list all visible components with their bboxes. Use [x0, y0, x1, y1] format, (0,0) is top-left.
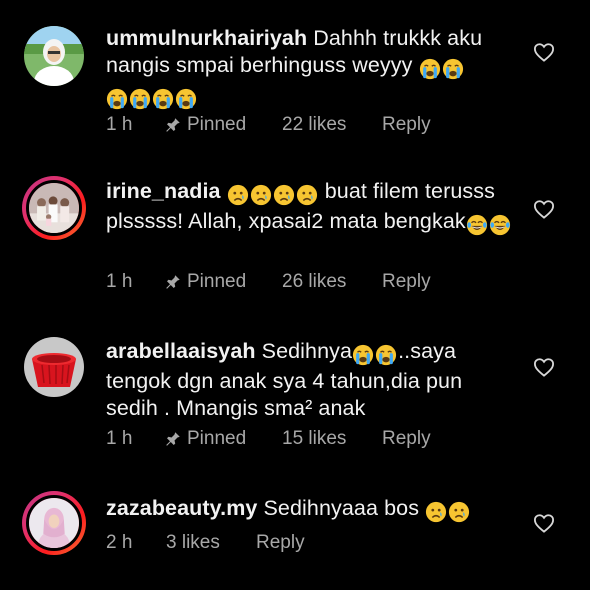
heart-outline-icon[interactable]	[533, 513, 555, 533]
loudly-crying-face-icon	[352, 344, 374, 366]
tears-of-joy-face-icon	[489, 214, 511, 236]
loudly-crying-face-icon	[106, 88, 128, 110]
likes-count[interactable]: 26 likes	[282, 271, 382, 293]
avatar[interactable]	[22, 491, 86, 555]
comment-text: irine_nadia buat filem terusss plsssss! …	[106, 178, 514, 238]
comment-username[interactable]: ummulnurkhairiyah	[106, 26, 307, 50]
avatar[interactable]	[22, 24, 86, 88]
likes-count[interactable]: 15 likes	[282, 428, 382, 450]
comment-username[interactable]: zazabeauty.my	[106, 496, 257, 520]
avatar[interactable]	[22, 176, 86, 240]
pinned-indicator: Pinned	[164, 114, 282, 136]
pinned-indicator: Pinned	[164, 428, 282, 450]
crying-face-icon	[250, 184, 272, 206]
loudly-crying-face-icon	[375, 344, 397, 366]
comment-text: ummulnurkhairiyah Dahhh trukkk aku nangis…	[106, 25, 514, 112]
emoji-group	[352, 341, 398, 368]
reply-button[interactable]: Reply	[382, 271, 431, 293]
pinned-label: Pinned	[187, 428, 247, 449]
comment-meta: 1 h Pinned 15 likes Reply	[106, 428, 431, 450]
comment-text: arabellaaisyah Sedihnya ..saya tengok dgn …	[106, 338, 514, 422]
loudly-crying-face-icon	[175, 88, 197, 110]
likes-count[interactable]: 22 likes	[282, 114, 382, 136]
pin-icon	[164, 116, 182, 134]
comment-time: 1 h	[106, 271, 133, 292]
comment-meta: 1 h Pinned 26 likes Reply	[106, 271, 431, 293]
pin-icon	[164, 273, 182, 291]
loudly-crying-face-icon	[419, 58, 441, 80]
comment-username[interactable]: arabellaaisyah	[106, 339, 256, 363]
reply-button[interactable]: Reply	[382, 114, 431, 136]
comment-meta: 2 h 3 likes Reply	[106, 532, 305, 554]
comment-body: Sedihnyaaa bos	[263, 496, 420, 520]
pin-icon	[164, 430, 182, 448]
likes-count[interactable]: 3 likes	[166, 532, 256, 554]
avatar[interactable]	[22, 335, 86, 399]
pinned-indicator: Pinned	[164, 271, 282, 293]
crying-face-icon	[425, 501, 447, 523]
comment-time: 1 h	[106, 428, 133, 449]
comment-time: 2 h	[106, 532, 133, 553]
comment-time: 1 h	[106, 114, 133, 135]
comment-meta: 1 h Pinned 22 likes Reply	[106, 114, 431, 136]
emoji-group	[106, 85, 198, 112]
comment-body: Sedihnya	[261, 339, 353, 363]
loudly-crying-face-icon	[442, 58, 464, 80]
heart-outline-icon[interactable]	[533, 357, 555, 377]
emoji-group	[466, 211, 512, 238]
reply-button[interactable]: Reply	[256, 532, 305, 554]
heart-outline-icon[interactable]	[533, 42, 555, 62]
loudly-crying-face-icon	[129, 88, 151, 110]
loudly-crying-face-icon	[152, 88, 174, 110]
heart-outline-icon[interactable]	[533, 199, 555, 219]
emoji-group	[227, 181, 319, 208]
pinned-label: Pinned	[187, 114, 247, 135]
reply-button[interactable]: Reply	[382, 428, 431, 450]
pinned-label: Pinned	[187, 271, 247, 292]
crying-face-icon	[296, 184, 318, 206]
emoji-group	[425, 498, 471, 525]
crying-face-icon	[273, 184, 295, 206]
tears-of-joy-face-icon	[466, 214, 488, 236]
crying-face-icon	[448, 501, 470, 523]
crying-face-icon	[227, 184, 249, 206]
emoji-group	[419, 55, 465, 82]
comment-username[interactable]: irine_nadia	[106, 179, 221, 203]
comment-text: zazabeauty.my Sedihnyaaa bos	[106, 495, 514, 525]
